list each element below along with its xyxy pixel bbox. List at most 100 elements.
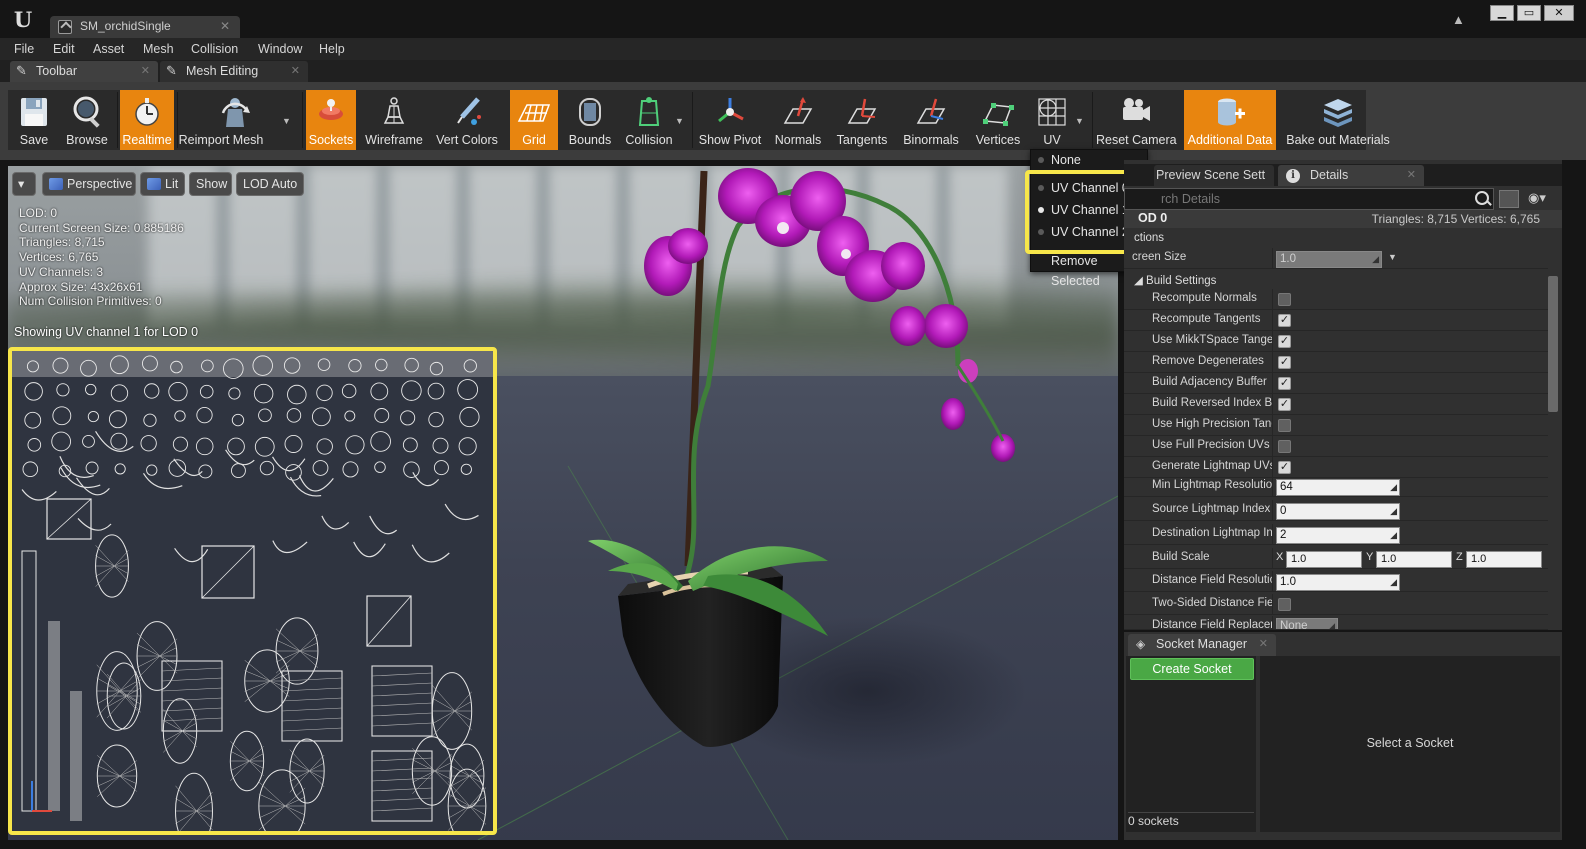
learn-icon[interactable]: ▲ bbox=[1452, 12, 1468, 27]
viewport-options-button[interactable]: ▾ bbox=[12, 172, 36, 196]
save-button[interactable]: Save bbox=[10, 90, 58, 150]
sockets-button[interactable]: Sockets bbox=[306, 90, 356, 150]
df-resolution-input[interactable]: 1.0 bbox=[1276, 574, 1400, 591]
uv-channel-caption: Showing UV channel 1 for LOD 0 bbox=[14, 325, 199, 339]
tab-details-close-icon[interactable]: ✕ bbox=[1407, 168, 1416, 181]
build-setting-checkbox[interactable]: ✓ bbox=[1278, 461, 1291, 474]
tab-toolbar-close-icon[interactable]: ✕ bbox=[141, 64, 150, 77]
build-setting-row: Use MikkTSpace Tange ✓ bbox=[1124, 331, 1548, 352]
screen-size-input[interactable]: 1.0 bbox=[1276, 251, 1382, 268]
build-setting-checkbox[interactable]: ✓ bbox=[1278, 398, 1291, 411]
df-replacement-dropdown[interactable]: None bbox=[1276, 618, 1338, 629]
screen-size-dropdown-icon[interactable]: ▼ bbox=[1388, 252, 1397, 262]
lod-button[interactable]: LOD Auto bbox=[236, 172, 304, 196]
dest-lightmap-input[interactable]: 2 bbox=[1276, 527, 1400, 544]
build-setting-checkbox[interactable]: ✓ bbox=[1278, 314, 1291, 327]
binormals-icon bbox=[916, 98, 946, 124]
tab-socket-manager[interactable]: ◈ Socket Manager ✕ bbox=[1128, 634, 1276, 656]
build-setting-checkbox[interactable] bbox=[1278, 440, 1291, 453]
visibility-eye-icon[interactable]: ◉▾ bbox=[1528, 190, 1546, 206]
collision-button[interactable]: Collision bbox=[620, 90, 678, 150]
tangents-button[interactable]: Tangents bbox=[830, 90, 894, 150]
bake-out-materials-button[interactable]: Bake out Materials bbox=[1282, 90, 1394, 150]
sockets-icon bbox=[319, 99, 343, 120]
vertices-button[interactable]: Vertices bbox=[968, 90, 1028, 150]
vert-colors-icon bbox=[457, 97, 481, 125]
realtime-icon bbox=[135, 98, 159, 126]
reimport-dropdown-icon[interactable]: ▼ bbox=[282, 116, 291, 126]
wireframe-button[interactable]: Wireframe bbox=[358, 90, 430, 150]
reset-camera-button[interactable]: Reset Camera bbox=[1096, 90, 1177, 150]
menu-help[interactable]: Help bbox=[319, 42, 345, 56]
tab-mesh-editing-label: Mesh Editing bbox=[186, 64, 259, 78]
normals-button[interactable]: Normals bbox=[768, 90, 828, 150]
build-settings-category[interactable]: ◢ Build Settings bbox=[1134, 273, 1216, 287]
socket-list: Create Socket 0 sockets bbox=[1126, 656, 1256, 832]
collision-dropdown-icon[interactable]: ▼ bbox=[675, 116, 684, 126]
viewport[interactable]: ▾ Perspective Lit Show LOD Auto LOD: 0 C… bbox=[8, 166, 1118, 840]
build-setting-checkbox[interactable] bbox=[1278, 293, 1291, 306]
unreal-logo-icon: U bbox=[13, 7, 33, 32]
vert-colors-button[interactable]: Vert Colors bbox=[432, 90, 502, 150]
info-icon: i bbox=[1286, 169, 1300, 183]
min-lightmap-row: Min Lightmap Resolutio 64 bbox=[1124, 476, 1548, 497]
normals-icon bbox=[783, 97, 813, 124]
build-scale-x[interactable]: X 1.0 bbox=[1276, 551, 1362, 568]
browse-button[interactable]: Browse bbox=[60, 90, 114, 150]
tangents-icon bbox=[847, 98, 877, 124]
build-setting-checkbox[interactable] bbox=[1278, 419, 1291, 432]
property-matrix-icon[interactable] bbox=[1499, 190, 1519, 208]
select-socket-message: Select a Socket bbox=[1366, 736, 1454, 750]
grid-button[interactable]: Grid bbox=[510, 90, 558, 150]
build-scale-y[interactable]: Y 1.0 bbox=[1366, 551, 1452, 568]
lit-button[interactable]: Lit bbox=[140, 172, 185, 196]
reimport-mesh-button[interactable]: Reimport Mesh bbox=[179, 90, 290, 150]
details-search-input[interactable]: rch Details bbox=[1124, 188, 1494, 210]
tab-mesh-editing-close-icon[interactable]: ✕ bbox=[291, 64, 300, 77]
build-setting-label: Build Adjacency Buffer bbox=[1152, 376, 1267, 388]
build-scale-z[interactable]: Z 1.0 bbox=[1456, 551, 1542, 568]
panel-tabs: ✎ Toolbar ✕ ✎ Mesh Editing ✕ bbox=[0, 60, 1586, 82]
tab-preview-scene-settings[interactable]: Preview Scene Sett bbox=[1154, 165, 1274, 186]
document-tab[interactable]: SM_orchidSingle ✕ bbox=[50, 16, 240, 38]
tab-toolbar-label: Toolbar bbox=[36, 64, 77, 78]
menu-mesh[interactable]: Mesh bbox=[143, 42, 174, 56]
additional-data-button[interactable]: Additional Data bbox=[1184, 90, 1276, 150]
tab-socket-manager-close-icon[interactable]: ✕ bbox=[1259, 637, 1268, 650]
build-setting-label: Use High Precision Tang bbox=[1152, 418, 1272, 430]
menu-file[interactable]: File bbox=[14, 42, 34, 56]
tab-details[interactable]: i Details ✕ bbox=[1278, 165, 1424, 186]
menu-window[interactable]: Window bbox=[258, 42, 302, 56]
document-tab-close-icon[interactable]: ✕ bbox=[220, 19, 230, 33]
build-setting-checkbox[interactable]: ✓ bbox=[1278, 356, 1291, 369]
lod-header[interactable]: OD 0 Triangles: 8,715 Vertices: 6,765 bbox=[1124, 210, 1562, 228]
maximize-button[interactable]: ▭ bbox=[1517, 5, 1541, 21]
close-window-button[interactable]: ✕ bbox=[1544, 5, 1574, 21]
two-sided-df-checkbox[interactable] bbox=[1278, 598, 1291, 611]
menu-edit[interactable]: Edit bbox=[53, 42, 75, 56]
perspective-button[interactable]: Perspective bbox=[42, 172, 136, 196]
uv-button[interactable]: UV bbox=[1030, 90, 1074, 150]
build-setting-label: Build Reversed Index Bu bbox=[1152, 397, 1272, 409]
min-lightmap-input[interactable]: 64 bbox=[1276, 479, 1400, 496]
search-icon[interactable] bbox=[1475, 191, 1489, 205]
build-setting-checkbox[interactable]: ✓ bbox=[1278, 377, 1291, 390]
minimize-button[interactable]: ▁ bbox=[1490, 5, 1514, 21]
uv-dropdown-icon[interactable]: ▼ bbox=[1075, 116, 1084, 126]
sections-category[interactable]: ctions bbox=[1134, 232, 1164, 244]
details-scrollbar[interactable] bbox=[1548, 276, 1558, 412]
tab-mesh-editing[interactable]: ✎ Mesh Editing ✕ bbox=[160, 61, 308, 82]
socket-manager-panel: ◈ Socket Manager ✕ Create Socket 0 socke… bbox=[1124, 632, 1562, 840]
show-pivot-button[interactable]: Show Pivot bbox=[696, 90, 764, 150]
build-setting-checkbox[interactable]: ✓ bbox=[1278, 335, 1291, 348]
camera-icon bbox=[1123, 98, 1150, 121]
menu-collision[interactable]: Collision bbox=[191, 42, 238, 56]
source-lightmap-input[interactable]: 0 bbox=[1276, 503, 1400, 520]
menu-asset[interactable]: Asset bbox=[93, 42, 124, 56]
create-socket-button[interactable]: Create Socket bbox=[1130, 658, 1254, 680]
show-button[interactable]: Show bbox=[189, 172, 232, 196]
tab-toolbar[interactable]: ✎ Toolbar ✕ bbox=[10, 61, 158, 82]
binormals-button[interactable]: Binormals bbox=[898, 90, 964, 150]
bounds-button[interactable]: Bounds bbox=[564, 90, 616, 150]
build-setting-row: Remove Degenerates ✓ bbox=[1124, 352, 1548, 373]
